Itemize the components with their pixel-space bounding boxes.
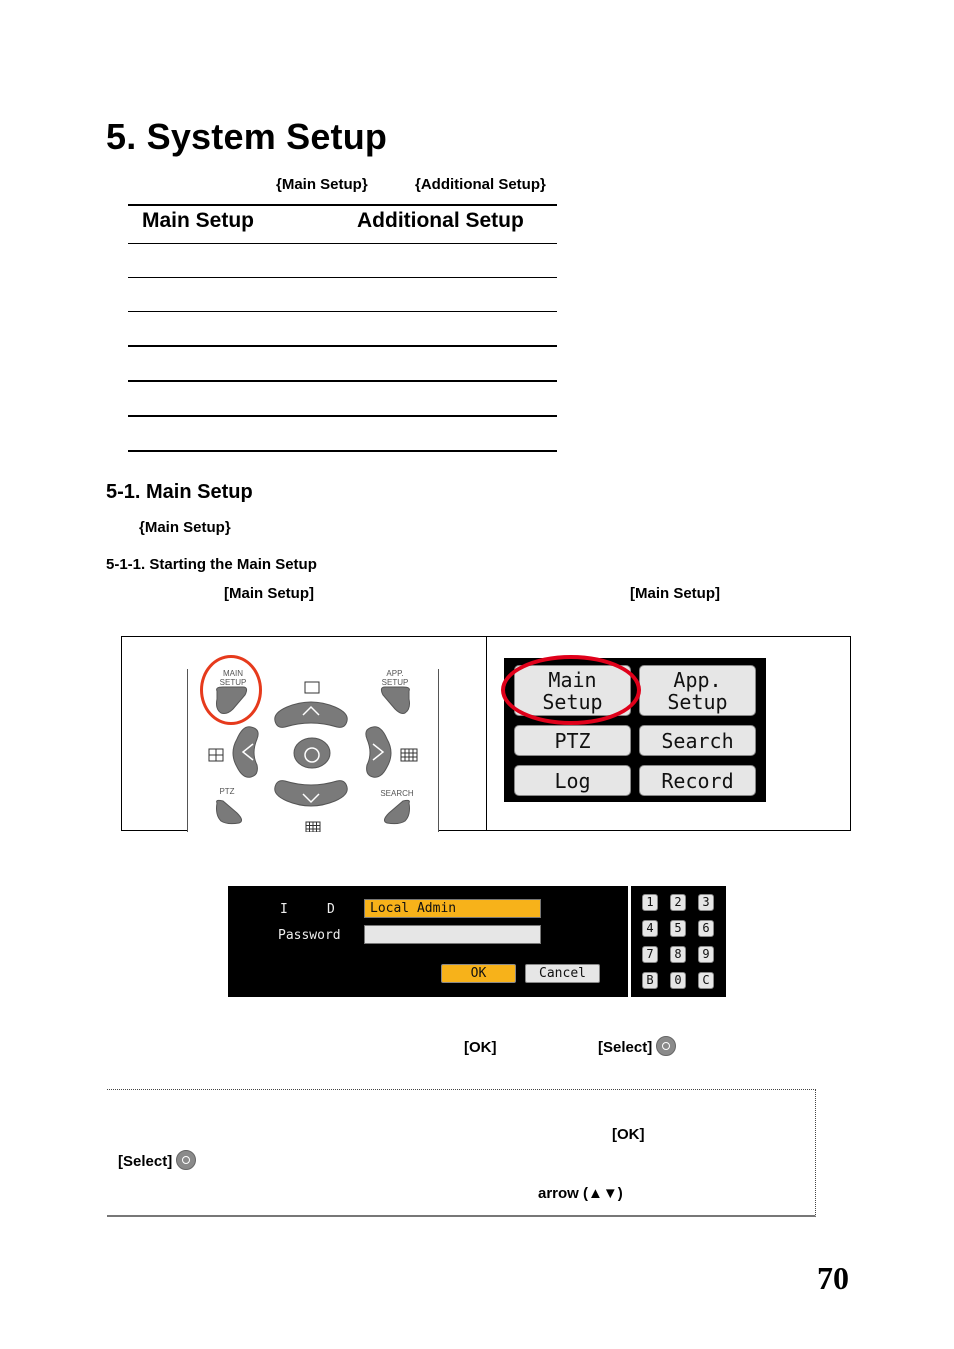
keypad-key-clear[interactable]: C bbox=[698, 972, 714, 989]
lcd-ptz-button[interactable]: PTZ bbox=[514, 725, 631, 756]
search-key bbox=[383, 799, 410, 825]
instruction-select-ref: [Select] bbox=[598, 1036, 677, 1056]
keypad-key-9[interactable]: 9 bbox=[698, 946, 714, 963]
left-arrow-key bbox=[232, 726, 259, 778]
cancel-button[interactable]: Cancel bbox=[525, 964, 600, 983]
table-row bbox=[128, 417, 557, 452]
up-arrow-key bbox=[274, 701, 348, 728]
id-label: I D bbox=[280, 902, 335, 917]
instruction-ok-ref: [OK] bbox=[464, 1039, 497, 1056]
main-setup-highlight-ring bbox=[200, 655, 262, 725]
table-row bbox=[128, 244, 557, 278]
keypad-key-7[interactable]: 7 bbox=[642, 946, 658, 963]
password-field[interactable] bbox=[364, 925, 541, 944]
table-row bbox=[128, 278, 557, 312]
keypad-key-6[interactable]: 6 bbox=[698, 920, 714, 937]
page-title: 5. System Setup bbox=[106, 116, 388, 157]
table-row bbox=[128, 347, 557, 382]
note-select-label: [Select] bbox=[118, 1153, 173, 1170]
select-button-icon bbox=[656, 1036, 677, 1056]
figure-divider bbox=[486, 637, 487, 830]
note-ok-ref: [OK] bbox=[612, 1126, 645, 1143]
step-ref-main-setup-2: [Main Setup] bbox=[630, 585, 720, 602]
instruction-select-label: [Select] bbox=[598, 1039, 653, 1056]
note-select-ref: [Select] bbox=[118, 1150, 197, 1170]
login-dialog: I D Local Admin Password OK Cancel bbox=[228, 886, 628, 997]
keypad-key-0[interactable]: 0 bbox=[670, 972, 686, 989]
lcd-search-button[interactable]: Search bbox=[639, 725, 756, 756]
lcd-log-button[interactable]: Log bbox=[514, 765, 631, 796]
keypad-key-back[interactable]: B bbox=[642, 972, 658, 989]
ptz-key bbox=[216, 799, 243, 825]
app-setup-key bbox=[380, 686, 410, 714]
subsection-heading: 5-1-1. Starting the Main Setup bbox=[106, 556, 317, 573]
quad-view-icon bbox=[208, 748, 224, 762]
note-box bbox=[107, 1089, 816, 1217]
overview-table: Main Setup Additional Setup bbox=[128, 204, 557, 452]
table-row bbox=[128, 382, 557, 417]
keypad-key-5[interactable]: 5 bbox=[670, 920, 686, 937]
header-additional-setup: Additional Setup bbox=[357, 209, 524, 232]
keypad-key-2[interactable]: 2 bbox=[670, 894, 686, 911]
keypad-key-8[interactable]: 8 bbox=[670, 946, 686, 963]
page-number: 70 bbox=[817, 1260, 849, 1296]
keypad-key-4[interactable]: 4 bbox=[642, 920, 658, 937]
table-row bbox=[128, 312, 557, 347]
single-view-icon bbox=[304, 681, 320, 694]
select-button-icon bbox=[176, 1150, 197, 1170]
nine-view-icon bbox=[400, 748, 418, 762]
keypad-key-1[interactable]: 1 bbox=[642, 894, 658, 911]
sixteen-view-icon bbox=[305, 821, 321, 832]
section-heading: 5-1. Main Setup bbox=[106, 481, 253, 503]
intro-main-setup-ref: {Main Setup} bbox=[276, 176, 368, 193]
right-arrow-key bbox=[365, 726, 392, 778]
table-header: Main Setup Additional Setup bbox=[128, 204, 557, 244]
id-field[interactable]: Local Admin bbox=[364, 899, 541, 918]
lcd-record-button[interactable]: Record bbox=[639, 765, 756, 796]
lcd-app-setup-button[interactable]: App. Setup bbox=[639, 665, 756, 716]
password-label: Password bbox=[278, 928, 341, 943]
numeric-keypad: 1 2 3 4 5 6 7 8 9 B 0 C bbox=[631, 886, 726, 997]
select-key bbox=[293, 737, 331, 769]
intro-additional-setup-ref: {Additional Setup} bbox=[415, 176, 546, 193]
note-arrow-ref: arrow (▲▼) bbox=[538, 1185, 623, 1202]
step-ref-main-setup-1: [Main Setup] bbox=[224, 585, 314, 602]
lcd-menu-panel: Main Setup App. Setup PTZ Search Log Recor… bbox=[501, 655, 766, 802]
section-body-ref: {Main Setup} bbox=[139, 519, 231, 536]
keypad-key-3[interactable]: 3 bbox=[698, 894, 714, 911]
lcd-main-setup-highlight-ring bbox=[501, 655, 641, 725]
ok-button[interactable]: OK bbox=[441, 964, 516, 983]
header-main-setup: Main Setup bbox=[142, 209, 255, 232]
